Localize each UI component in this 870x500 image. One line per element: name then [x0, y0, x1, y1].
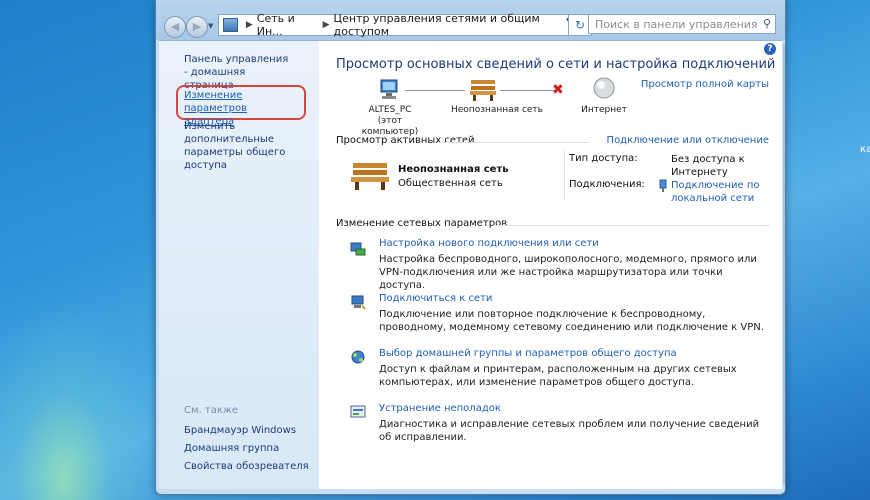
computer-name: ALTES_PC — [368, 105, 412, 115]
homegroup-icon — [351, 350, 365, 364]
sidebar-homegroup-link[interactable]: Домашняя группа — [184, 442, 279, 455]
scrollbar-edge — [783, 44, 785, 484]
task-new-connection-desc: Настройка беспроводного, широкополосного… — [379, 254, 757, 291]
search-input[interactable]: Поиск в панели управления ⚲ — [588, 14, 776, 34]
computer-label: ALTES_PC (этот компьютер) — [359, 105, 421, 138]
connect-disconnect-link[interactable]: Подключение или отключение — [607, 135, 769, 146]
page-title: Просмотр основных сведений о сети и наст… — [336, 57, 776, 72]
network-folder-icon — [223, 18, 238, 32]
task-new-connection-link[interactable]: Настройка нового подключения или сети — [379, 238, 599, 249]
new-connection-icon — [350, 242, 366, 256]
sidebar-advanced-sharing-link[interactable]: Изменить дополнительные параметры общего… — [184, 120, 314, 172]
recent-pages-chevron-icon[interactable]: ▼ — [208, 22, 213, 30]
bench-network-icon — [470, 80, 496, 101]
forward-button[interactable]: ▶ — [186, 16, 208, 38]
search-placeholder: Поиск в панели управления — [595, 18, 758, 31]
see-also-heading: См. также — [184, 405, 239, 416]
task-homegroup-link[interactable]: Выбор домашней группы и параметров общег… — [379, 348, 677, 359]
network-type-link[interactable]: Общественная сеть — [398, 178, 503, 189]
search-icon[interactable]: ⚲ — [763, 17, 771, 30]
sidebar-internet-options-link[interactable]: Свойства обозревателя — [184, 460, 309, 473]
active-networks-heading: Просмотр активных сетей — [336, 135, 475, 146]
breadcrumb-network-center[interactable]: Центр управления сетями и общим доступом — [334, 12, 577, 38]
link-line — [405, 90, 465, 91]
main-panel: ? Просмотр основных сведений о сети и на… — [319, 41, 782, 489]
breadcrumb-network[interactable]: Сеть и Ин... — [257, 12, 319, 38]
connections-label: Подключения: — [569, 179, 645, 190]
chevron-right-icon[interactable]: ▶ — [323, 20, 330, 30]
change-settings-heading: Изменение сетевых параметров — [336, 218, 508, 229]
section-divider — [493, 225, 770, 226]
network-label: Неопознанная сеть — [451, 105, 543, 115]
desktop-partial-label: ка — [860, 144, 870, 155]
local-connection-link[interactable]: Подключение по локальной сети — [671, 179, 761, 205]
section-divider — [439, 142, 589, 143]
help-icon[interactable]: ? — [764, 43, 776, 55]
full-map-link[interactable]: Просмотр полной карты — [641, 79, 769, 90]
control-panel-window: ◀ ▶ ▼ ▶ Сеть и Ин... ▶ Центр управления … — [155, 0, 786, 495]
chevron-right-icon[interactable]: ▶ — [246, 20, 253, 30]
troubleshoot-icon — [350, 405, 366, 418]
task-homegroup-desc: Доступ к файлам и принтерам, расположенн… — [379, 364, 737, 388]
sidebar: Панель управления - домашняя страница Из… — [159, 41, 319, 489]
internet-label: Интернет — [581, 105, 627, 115]
computer-icon — [380, 79, 398, 99]
bench-network-icon[interactable] — [349, 160, 391, 190]
address-bar[interactable]: ▶ Сеть и Ин... ▶ Центр управления сетями… — [218, 12, 578, 38]
globe-icon — [593, 77, 615, 99]
desktop-background-glow — [0, 300, 160, 500]
no-connection-icon: ✖ — [552, 82, 564, 98]
connection-icon — [659, 179, 667, 192]
task-troubleshoot-link[interactable]: Устранение неполадок — [379, 403, 501, 414]
task-troubleshoot-desc: Диагностика и исправление сетевых пробле… — [379, 419, 760, 443]
connect-network-icon — [351, 295, 366, 310]
task-connect-network-link[interactable]: Подключиться к сети — [379, 293, 492, 304]
back-button[interactable]: ◀ — [164, 16, 186, 38]
access-type-label: Тип доступа: — [569, 153, 638, 164]
active-network-name: Неопознанная сеть — [398, 164, 509, 175]
content-area: Панель управления - домашняя страница Из… — [159, 40, 782, 489]
access-type-value: Без доступа к Интернету — [671, 154, 745, 178]
sidebar-firewall-link[interactable]: Брандмауэр Windows — [184, 424, 296, 437]
task-connect-network-desc: Подключение или повторное подключение к … — [379, 309, 764, 333]
section-divider — [564, 149, 565, 201]
